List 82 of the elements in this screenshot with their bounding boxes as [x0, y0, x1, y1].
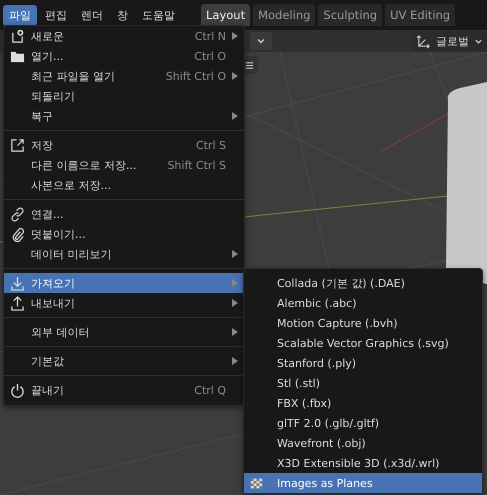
workspace-tab[interactable]: Layout — [201, 4, 250, 26]
shortcut-label: Ctrl N — [194, 30, 226, 42]
menu-item-label: 복구 — [31, 108, 54, 124]
download-icon — [10, 276, 25, 290]
link-icon — [10, 206, 25, 222]
menu-item[interactable]: 다른 이름으로 저장... Shift Ctrl S — [4, 155, 244, 175]
menu-item-label: 되돌리기 — [31, 88, 76, 104]
menu-item-label: Images as Planes — [277, 476, 374, 490]
menu-item[interactable]: 기본값 — [4, 351, 244, 371]
menu-item-label: 연결... — [31, 206, 64, 222]
menu-bar-item[interactable]: 파일 — [3, 4, 37, 26]
checkerboard-icon — [250, 476, 263, 490]
menu-item-label: 다른 이름으로 저장... — [31, 158, 138, 172]
shortcut-label: Ctrl Q — [194, 384, 226, 396]
menu-item-label: 기본값 — [31, 354, 65, 368]
menu-item-label: 최근 파일을 열기 — [31, 68, 116, 84]
workspace-tab[interactable]: Sculpting — [318, 4, 382, 26]
menu-item[interactable]: Stl (.stl) — [244, 373, 482, 393]
menu-item-label: Motion Capture (.bvh) — [277, 316, 399, 330]
menu-item[interactable]: Collada (기본 값) (.DAE) — [244, 273, 482, 293]
menu-item-label: 내보내기 — [31, 296, 76, 310]
menu-item-label: 저장 — [31, 138, 54, 152]
menu-item[interactable]: 데이터 미리보기 — [4, 244, 244, 264]
menu-item[interactable]: Scalable Vector Graphics (.svg) — [244, 333, 482, 353]
menu-item-label: X3D Extensible 3D (.x3d/.wrl) — [277, 456, 440, 470]
menu-item-label: 데이터 미리보기 — [31, 246, 112, 262]
menu-item-label: 사본으로 저장... — [31, 178, 112, 192]
menu-item[interactable]: 연결... — [4, 204, 244, 224]
axes-icon — [416, 34, 431, 48]
menu-item-label: 새로운 — [31, 28, 65, 44]
menu-item-label: 끝내기 — [31, 382, 65, 398]
menu-item-label: Collada (기본 값) (.DAE) — [277, 276, 406, 290]
menu-item-label: Alembic (.abc) — [277, 296, 358, 310]
menu-item[interactable]: X3D Extensible 3D (.x3d/.wrl) — [244, 453, 482, 473]
menu-bar-item[interactable]: 창 — [111, 4, 134, 26]
menu-item[interactable]: Images as Planes — [244, 473, 482, 493]
menu-bar-item[interactable]: 렌더 — [75, 4, 109, 26]
shortcut-label: Ctrl O — [194, 50, 226, 62]
shortcut-label: Shift Ctrl S — [167, 158, 226, 172]
menu-item-label: 열기... — [31, 48, 64, 64]
menu-item[interactable]: 최근 파일을 열기 Shift Ctrl O — [4, 66, 244, 86]
menu-item[interactable]: 복구 — [4, 106, 244, 126]
menu-bar-item[interactable]: 도움말 — [136, 4, 181, 26]
upload-icon — [10, 296, 25, 310]
workspace-tab[interactable]: Modeling — [253, 4, 316, 26]
menu-item[interactable]: Motion Capture (.bvh) — [244, 313, 482, 333]
menu-item[interactable]: Stanford (.ply) — [244, 353, 482, 373]
menu-item[interactable]: Alembic (.abc) — [244, 293, 482, 313]
power-icon — [10, 382, 25, 398]
menu-item-label: 외부 데이터 — [31, 324, 90, 340]
menu-item[interactable]: 새로운 Ctrl N — [4, 26, 244, 46]
workspace-tab[interactable]: UV Editing — [385, 4, 456, 26]
menu-item-label: Stanford (.ply) — [277, 356, 358, 370]
menu-item-label: Scalable Vector Graphics (.svg) — [277, 336, 450, 350]
chevron-icon — [474, 36, 483, 46]
menu-item-label: 가져오기 — [31, 276, 76, 290]
menu-item[interactable]: 끝내기 Ctrl Q — [4, 380, 244, 400]
menu-item[interactable]: 열기... Ctrl O — [4, 46, 244, 66]
menu-bar-item[interactable]: 편집 — [39, 4, 73, 26]
menu-item-label: 덧붙이기... — [31, 226, 86, 242]
menu-item-label: Stl (.stl) — [277, 376, 322, 390]
menu-item[interactable]: 사본으로 저장... — [4, 175, 244, 195]
menu-item[interactable]: 내보내기 — [4, 293, 244, 313]
transform-orientation-dropdown[interactable]: 글로벌 — [412, 31, 487, 51]
menu-item-label: Wavefront (.obj) — [277, 436, 367, 450]
menu-item[interactable]: 가져오기 — [4, 273, 244, 293]
paperclip-icon — [10, 226, 25, 242]
menu-item[interactable]: 저장 Ctrl S — [4, 135, 244, 155]
new-file-icon — [10, 28, 25, 44]
menu-item[interactable]: 덧붙이기... — [4, 224, 244, 244]
shortcut-label: Shift Ctrl O — [166, 70, 226, 82]
menu-item[interactable]: Wavefront (.obj) — [244, 433, 482, 453]
save-icon — [10, 138, 25, 152]
menu-item[interactable]: FBX (.fbx) — [244, 393, 482, 413]
menu-item[interactable]: 외부 데이터 — [4, 322, 244, 342]
chevron-icon — [256, 36, 266, 46]
menu-item[interactable]: glTF 2.0 (.glb/.gltf) — [244, 413, 482, 433]
dropdown-button[interactable] — [250, 32, 272, 50]
menu-item[interactable]: 되돌리기 — [4, 86, 244, 106]
menu-item-label: FBX (.fbx) — [277, 396, 332, 410]
shortcut-label: Ctrl S — [196, 138, 226, 152]
menu-item-label: glTF 2.0 (.glb/.gltf) — [277, 416, 380, 430]
